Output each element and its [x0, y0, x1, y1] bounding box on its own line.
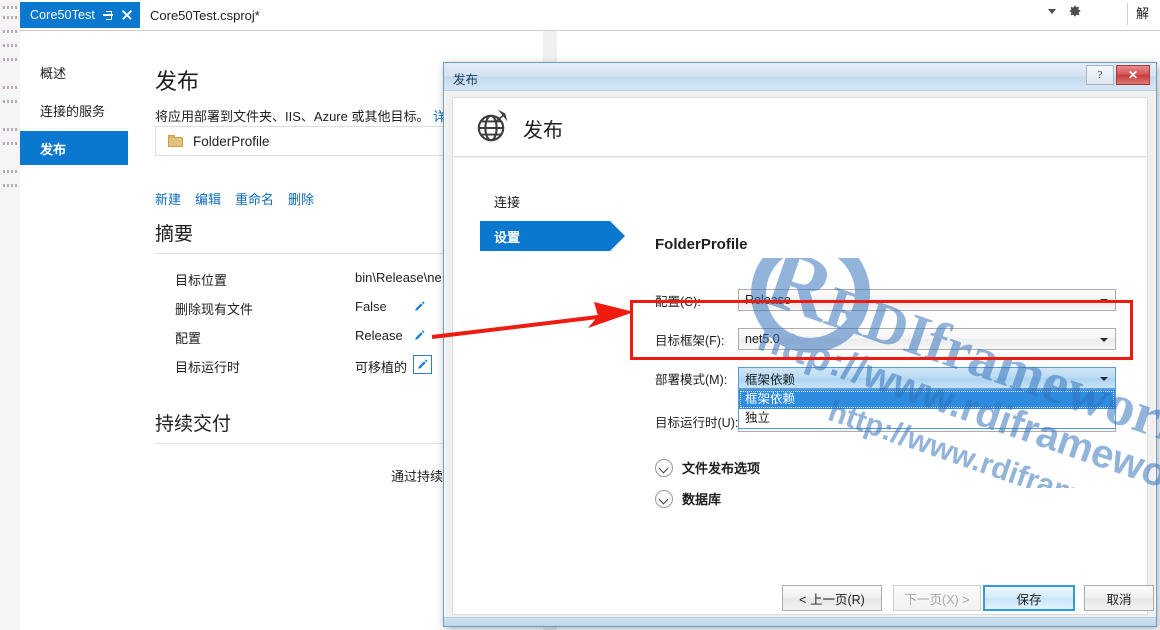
dialog-body: 连接 设置 FolderProfile 配置(C): Release — [452, 158, 1148, 615]
sidebar-item-label: 连接的服务 — [40, 101, 105, 120]
chevron-down-icon[interactable] — [1048, 9, 1056, 14]
sidebar-item-label: 发布 — [40, 139, 66, 158]
summary-key: 配置 — [175, 328, 201, 347]
deployment-mode-option-list[interactable]: 框架依赖 独立 — [738, 389, 1116, 429]
sidebar-item-publish[interactable]: 发布 — [20, 131, 128, 165]
cancel-button[interactable]: 取消 — [1084, 585, 1154, 611]
field-label: 部署模式(M): — [655, 369, 727, 388]
expander-label: 数据库 — [682, 489, 721, 508]
summary-value: bin\Release\ne — [355, 270, 442, 285]
summary-heading: 摘要 — [155, 219, 193, 246]
deployment-mode-dropdown[interactable]: 框架依赖 — [738, 367, 1116, 389]
screenshot-root: Core50Test Core50Test.csproj* 解 概述 连接的服务 — [0, 0, 1160, 630]
tab-core50test-csproj[interactable]: Core50Test.csproj* — [140, 2, 270, 28]
field-label: 配置(C): — [655, 291, 701, 310]
solution-explorer-edge-label: 解 — [1127, 3, 1158, 25]
summary-key: 目标位置 — [175, 270, 227, 289]
profile-name-heading: FolderProfile — [655, 236, 748, 253]
configuration-dropdown[interactable]: Release — [738, 289, 1116, 311]
dialog-header: 发布 — [452, 97, 1148, 157]
next-button: 下一页(X) > — [893, 585, 981, 611]
dropdown-option-framework-dependent[interactable]: 框架依赖 — [739, 390, 1115, 409]
page-subtitle: 将应用部署到文件夹、IIS、Azure 或其他目标。 详细信息 — [155, 106, 485, 125]
action-delete[interactable]: 删除 — [288, 189, 314, 208]
dialog-form: FolderProfile 配置(C): Release 目标框架(F): ne… — [628, 158, 1149, 614]
continuous-delivery-note: 通过持续 — [391, 466, 443, 485]
sidebar-item-connected-services[interactable]: 连接的服务 — [20, 93, 128, 127]
action-rename[interactable]: 重命名 — [235, 189, 274, 208]
deployment-mode-value: 框架依赖 — [745, 369, 795, 388]
gear-icon[interactable] — [1068, 4, 1082, 18]
dialog-nav: 连接 设置 — [453, 158, 628, 614]
field-configuration: 配置(C): Release — [628, 289, 1149, 311]
tab-doc-label: Core50Test.csproj* — [150, 8, 260, 23]
chevron-down-circle-icon — [655, 459, 673, 477]
dialog-nav-item-connection[interactable]: 连接 — [480, 186, 610, 216]
sidebar-item-overview[interactable]: 概述 — [20, 55, 128, 89]
dialog-status-band — [444, 617, 1156, 626]
help-icon: ? — [1098, 69, 1103, 81]
publish-profile-name: FolderProfile — [193, 134, 270, 149]
folder-icon — [168, 135, 183, 147]
action-new[interactable]: 新建 — [155, 189, 181, 208]
field-target-framework: 目标框架(F): net5.0 — [628, 328, 1149, 350]
summary-value: False — [355, 299, 387, 314]
project-properties-nav: 概述 连接的服务 发布 — [20, 31, 128, 630]
previous-button[interactable]: < 上一页(R) — [782, 585, 882, 611]
tab-strip-controls — [1048, 4, 1082, 18]
chevron-down-icon — [1100, 377, 1108, 381]
target-framework-dropdown[interactable]: net5.0 — [738, 328, 1116, 350]
dropdown-option-label: 独立 — [745, 411, 770, 425]
save-button[interactable]: 保存 — [983, 585, 1075, 611]
dropdown-option-label: 框架依赖 — [745, 392, 795, 406]
dropdown-option-self-contained[interactable]: 独立 — [739, 409, 1115, 428]
page-subtitle-text: 将应用部署到文件夹、IIS、Azure 或其他目标。 — [155, 109, 429, 124]
cancel-button-label: 取消 — [1106, 589, 1131, 608]
next-button-label: 下一页(X) > — [905, 589, 970, 608]
publish-dialog: 发布 ? ✕ 发布 — [443, 62, 1157, 627]
close-button[interactable]: ✕ — [1116, 65, 1150, 85]
configuration-value: Release — [745, 293, 791, 307]
expander-databases[interactable]: 数据库 — [655, 489, 721, 508]
dialog-header-title: 发布 — [523, 114, 563, 143]
chevron-down-icon — [1100, 338, 1108, 342]
editor-tab-strip: Core50Test Core50Test.csproj* 解 — [20, 0, 1160, 31]
dialog-title-bar[interactable]: 发布 ? ✕ — [444, 63, 1156, 91]
sidebar-item-label: 概述 — [40, 63, 66, 82]
field-deployment-mode: 部署模式(M): 框架依赖 — [628, 367, 1149, 389]
edit-pencil-icon[interactable] — [413, 329, 426, 342]
expander-label: 文件发布选项 — [682, 458, 760, 477]
edit-pencil-icon-focused[interactable] — [413, 355, 432, 374]
tab-core50test[interactable]: Core50Test — [20, 2, 141, 28]
summary-key: 目标运行时 — [175, 357, 240, 376]
dialog-title-text: 发布 — [453, 69, 478, 88]
continuous-delivery-heading: 持续交付 — [155, 409, 231, 436]
tab-label: Core50Test — [30, 8, 95, 22]
target-framework-value: net5.0 — [745, 332, 780, 346]
previous-button-label: < 上一页(R) — [799, 589, 865, 608]
dialog-footer: < 上一页(R) 下一页(X) > 保存 取消 — [444, 577, 1156, 626]
edit-pencil-icon[interactable] — [413, 300, 426, 313]
summary-key: 删除现有文件 — [175, 299, 253, 318]
chevron-down-circle-icon — [655, 490, 673, 508]
field-label: 目标框架(F): — [655, 330, 724, 349]
page-title: 发布 — [155, 64, 199, 96]
globe-publish-icon — [475, 110, 509, 144]
publish-profile-actions: 新建 编辑 重命名 删除 — [155, 189, 314, 208]
dialog-nav-label: 设置 — [494, 227, 520, 246]
summary-value: Release — [355, 328, 403, 343]
close-icon: ✕ — [1128, 68, 1138, 83]
chevron-down-icon — [1100, 299, 1108, 303]
dialog-nav-item-settings[interactable]: 设置 — [480, 221, 610, 251]
vs-left-strip — [0, 0, 21, 630]
dialog-nav-label: 连接 — [494, 192, 520, 211]
summary-value: 可移植的 — [355, 357, 407, 376]
expander-file-publish-options[interactable]: 文件发布选项 — [655, 458, 760, 477]
action-edit[interactable]: 编辑 — [195, 189, 221, 208]
save-button-label: 保存 — [1016, 589, 1041, 608]
field-label: 目标运行时(U): — [655, 412, 738, 431]
pin-icon[interactable] — [102, 9, 114, 21]
help-button[interactable]: ? — [1086, 65, 1114, 85]
close-icon[interactable] — [121, 9, 133, 21]
